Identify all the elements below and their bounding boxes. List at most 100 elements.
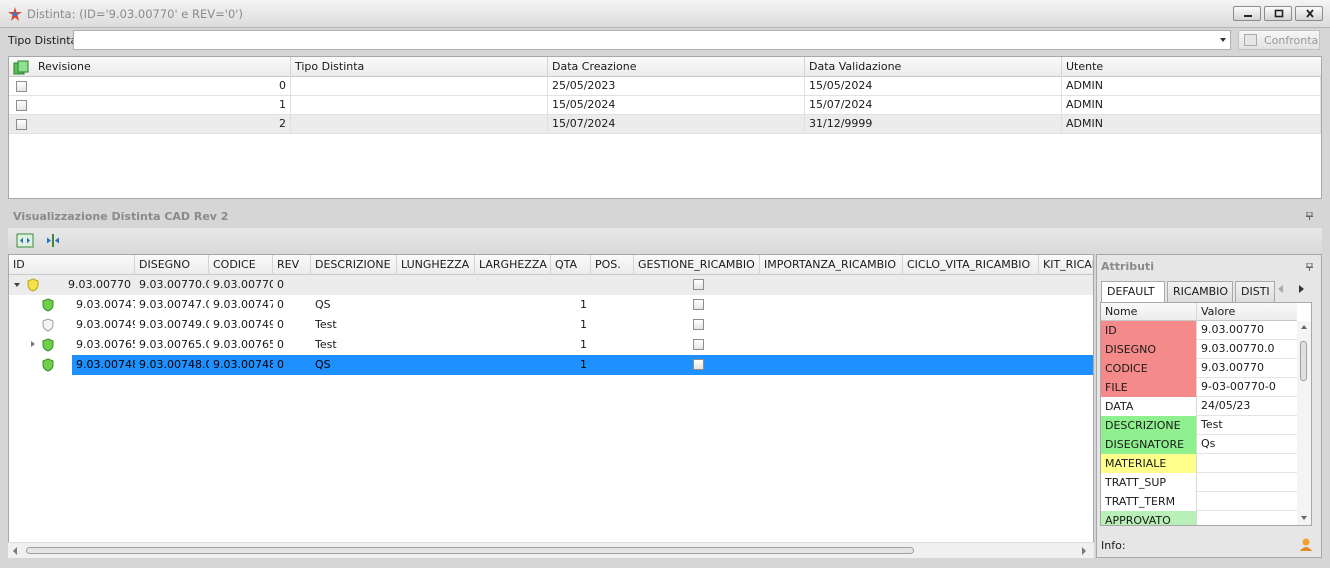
col-tipo-distinta[interactable]: Tipo Distinta (291, 57, 548, 77)
revision-grid: Revisione Tipo Distinta Data Creazione D… (8, 56, 1322, 199)
table-row[interactable]: 1 15/05/2024 15/07/2024 ADMIN (9, 96, 1321, 115)
col-utente[interactable]: Utente (1062, 57, 1321, 77)
maximize-icon (1274, 9, 1284, 18)
cell-data-validazione: 31/12/9999 (805, 115, 1062, 134)
row-checkbox[interactable] (16, 81, 27, 92)
attribute-row[interactable]: DATA 24/05/23 (1101, 397, 1297, 416)
col-data-creazione[interactable]: Data Creazione (548, 57, 805, 77)
col-kit-ricambio[interactable]: KIT_RICAM (1039, 255, 1093, 275)
table-row[interactable]: 2 15/07/2024 31/12/9999 ADMIN (9, 115, 1321, 134)
maximize-button[interactable] (1264, 6, 1292, 21)
info-label: Info: (1101, 539, 1126, 552)
col-nome[interactable]: Nome (1101, 303, 1197, 321)
scroll-thumb[interactable] (26, 547, 914, 554)
col-revisione[interactable]: Revisione (34, 57, 291, 77)
table-row[interactable]: 9.03.00748 9.03.00748.0 9.03.00748 0 QS 1 (9, 355, 1093, 375)
expand-all-icon[interactable] (16, 232, 34, 249)
close-button[interactable] (1295, 6, 1323, 21)
attribute-row[interactable]: DISEGNO 9.03.00770.0 (1101, 340, 1297, 359)
attribute-value[interactable]: Qs (1197, 435, 1297, 454)
col-valore[interactable]: Valore (1197, 303, 1297, 321)
attribute-row[interactable]: ID 9.03.00770 (1101, 321, 1297, 340)
table-row[interactable]: 9.03.00765 9.03.00765.0 9.03.00765 0 Test 1 (9, 335, 1093, 355)
col-descrizione[interactable]: DESCRIZIONE (311, 255, 397, 275)
tab-distinta[interactable]: DISTI (1235, 281, 1275, 302)
gestione-ricambio-checkbox[interactable] (693, 299, 704, 310)
attribute-value[interactable]: Test (1197, 416, 1297, 435)
cell-rev: 0 (277, 278, 284, 291)
col-data-validazione[interactable]: Data Validazione (805, 57, 1062, 77)
attributes-vertical-scrollbar[interactable] (1297, 321, 1311, 525)
confronta-button[interactable]: Confronta (1238, 30, 1320, 50)
scroll-thumb[interactable] (1300, 341, 1307, 381)
attribute-value[interactable]: 9-03-00770-0 (1197, 378, 1297, 397)
attribute-row[interactable]: DESCRIZIONE Test (1101, 416, 1297, 435)
chevron-down-icon[interactable] (1220, 38, 1226, 42)
pin-icon[interactable] (1306, 263, 1313, 271)
row-checkbox[interactable] (16, 100, 27, 111)
gestione-ricambio-checkbox[interactable] (693, 279, 704, 290)
info-user-icon[interactable] (1298, 537, 1314, 552)
tab-ricambio[interactable]: RICAMBIO (1167, 281, 1233, 302)
attribute-row[interactable]: MATERIALE (1101, 454, 1297, 473)
col-pos[interactable]: POS. (591, 255, 634, 275)
attribute-row[interactable]: DISEGNATORE Qs (1101, 435, 1297, 454)
col-importanza-ricambio[interactable]: IMPORTANZA_RICAMBIO (760, 255, 903, 275)
col-codice[interactable]: CODICE (209, 255, 273, 275)
col-disegno[interactable]: DISEGNO (135, 255, 209, 275)
attribute-name: DISEGNO (1101, 340, 1197, 359)
attribute-name: DISEGNATORE (1101, 435, 1197, 454)
revision-grid-header: Revisione Tipo Distinta Data Creazione D… (9, 57, 1321, 77)
attribute-name: ID (1101, 321, 1197, 340)
attribute-row[interactable]: CODICE 9.03.00770 (1101, 359, 1297, 378)
collapse-all-icon[interactable] (44, 232, 62, 249)
select-all-icon[interactable] (13, 60, 29, 75)
cell-id: 9.03.00747 (76, 298, 135, 311)
gestione-ricambio-checkbox[interactable] (693, 359, 704, 370)
attribute-value[interactable] (1197, 454, 1297, 473)
attribute-value[interactable] (1197, 511, 1297, 525)
scroll-down-icon[interactable] (1301, 516, 1307, 520)
expanded-chevron-icon[interactable] (14, 283, 20, 287)
table-row[interactable]: 9.03.00747 9.03.00747.0 9.03.00747 0 QS 1 (9, 295, 1093, 315)
col-rev[interactable]: REV (273, 255, 311, 275)
col-gestione-ricambio[interactable]: GESTIONE_RICAMBIO (634, 255, 760, 275)
minimize-button[interactable] (1233, 6, 1261, 21)
cell-rev: 0 (277, 318, 284, 331)
collapsed-chevron-icon[interactable] (31, 341, 35, 347)
attribute-value[interactable]: 9.03.00770.0 (1197, 340, 1297, 359)
tab-default[interactable]: DEFAULT (1101, 281, 1165, 303)
attribute-value[interactable]: 9.03.00770 (1197, 359, 1297, 378)
window-title: Distinta: (ID='9.03.00770' e REV='0') (27, 7, 243, 21)
col-qta[interactable]: QTA (551, 255, 591, 275)
table-row[interactable]: 0 25/05/2023 15/05/2024 ADMIN (9, 77, 1321, 96)
attribute-row[interactable]: APPROVATO (1101, 511, 1297, 525)
tipo-distinta-combo[interactable] (73, 30, 1231, 50)
attribute-value[interactable]: 9.03.00770 (1197, 321, 1297, 340)
attribute-value[interactable] (1197, 492, 1297, 511)
col-id[interactable]: ID (9, 255, 135, 275)
attribute-value[interactable] (1197, 473, 1297, 492)
cad-horizontal-scrollbar[interactable] (8, 542, 1094, 558)
cell-qta: 1 (580, 338, 587, 351)
table-row[interactable]: 9.03.00749 9.03.00749.0 9.03.00749 0 Test 1 (9, 315, 1093, 335)
cell-data-creazione: 25/05/2023 (548, 77, 805, 96)
col-ciclo-vita-ricambio[interactable]: CICLO_VITA_RICAMBIO (903, 255, 1039, 275)
gestione-ricambio-checkbox[interactable] (693, 319, 704, 330)
tab-scroll-left-icon[interactable] (1278, 285, 1283, 293)
attribute-row[interactable]: TRATT_TERM (1101, 492, 1297, 511)
pin-icon[interactable] (1306, 212, 1313, 220)
attribute-row[interactable]: TRATT_SUP (1101, 473, 1297, 492)
table-row[interactable]: 9.03.00770 9.03.00770.0 9.03.00770 0 (9, 275, 1093, 295)
gestione-ricambio-checkbox[interactable] (693, 339, 704, 350)
scroll-up-icon[interactable] (1301, 325, 1307, 329)
tab-scroll-right-icon[interactable] (1299, 285, 1304, 293)
col-larghezza[interactable]: LARGHEZZA (475, 255, 551, 275)
row-checkbox[interactable] (16, 119, 27, 130)
cell-qta (551, 275, 591, 295)
col-lunghezza[interactable]: LUNGHEZZA (397, 255, 475, 275)
scroll-left-icon[interactable] (13, 547, 17, 555)
attribute-row[interactable]: FILE 9-03-00770-0 (1101, 378, 1297, 397)
attribute-value[interactable]: 24/05/23 (1197, 397, 1297, 416)
scroll-right-icon[interactable] (1082, 547, 1086, 555)
